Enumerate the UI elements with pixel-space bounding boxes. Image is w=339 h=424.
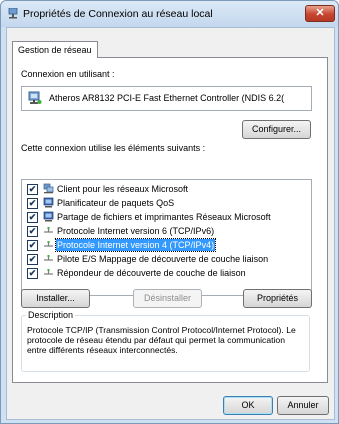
network-icon — [8, 8, 18, 19]
properties-button[interactable]: Propriétés — [243, 289, 312, 308]
item-label: Partage de fichiers et imprimantes Résea… — [57, 212, 271, 222]
network-client-icon — [43, 183, 54, 194]
list-item-file-printer-sharing[interactable]: ✔ Partage de fichiers et imprimantes Rés… — [22, 211, 309, 224]
properties-dialog: Propriétés de Connexion au réseau local … — [0, 0, 339, 424]
configure-button[interactable]: Configurer... — [242, 120, 311, 139]
list-item-client-microsoft[interactable]: ✔ Client pour les réseaux Microsoft — [22, 183, 309, 196]
item-label: Protocole Internet version 6 (TCP/IPv6) — [57, 226, 215, 236]
title-bar[interactable]: Propriétés de Connexion au réseau local … — [1, 1, 338, 27]
components-label: Cette connexion utilise les éléments sui… — [21, 143, 206, 153]
checkbox[interactable]: ✔ — [27, 198, 38, 209]
item-label: Répondeur de découverte de couche de lia… — [57, 268, 246, 278]
description-text: Protocole TCP/IP (Transmission Control P… — [27, 325, 296, 355]
uninstall-button[interactable]: Désinstaller — [133, 289, 202, 308]
item-label: Pilote E/S Mappage de découverte de couc… — [57, 254, 269, 264]
install-button[interactable]: Installer... — [21, 289, 90, 308]
checkbox[interactable]: ✔ — [27, 240, 38, 251]
tab-gestion-de-reseau[interactable]: Gestion de réseau — [12, 41, 98, 58]
window-title: Propriétés de Connexion au réseau local — [23, 8, 213, 20]
item-label: Protocole Internet version 4 (TCP/IPv4) — [54, 238, 217, 252]
description-legend: Description — [26, 310, 76, 320]
protocol-icon — [44, 255, 53, 261]
list-item-lltd-responder[interactable]: ✔ Répondeur de découverte de couche de l… — [22, 267, 309, 280]
item-label: Client pour les réseaux Microsoft — [57, 184, 189, 194]
network-service-icon — [43, 211, 54, 222]
checkbox[interactable]: ✔ — [27, 226, 38, 237]
checkbox[interactable]: ✔ — [27, 184, 38, 195]
dialog-body: Gestion de réseau Connexion en utilisant… — [6, 27, 335, 420]
protocol-icon — [44, 227, 53, 233]
network-service-icon — [43, 197, 54, 208]
connect-using-label: Connexion en utilisant : — [21, 69, 115, 79]
checkbox[interactable]: ✔ — [27, 212, 38, 223]
protocol-icon — [44, 241, 53, 247]
ok-button[interactable]: OK — [223, 396, 273, 415]
list-item-qos-scheduler[interactable]: ✔ Planificateur de paquets QoS — [22, 197, 309, 210]
components-list[interactable]: ✔ Client pour les réseaux Microsoft ✔ Pl… — [21, 179, 312, 296]
item-label: Planificateur de paquets QoS — [57, 198, 175, 208]
list-item-ipv6[interactable]: ✔ Protocole Internet version 6 (TCP/IPv6… — [22, 225, 309, 238]
checkbox[interactable]: ✔ — [27, 254, 38, 265]
network-adapter-icon — [28, 91, 42, 104]
close-button[interactable]: ✕ — [305, 5, 335, 22]
adapter-name: Atheros AR8132 PCI-E Fast Ethernet Contr… — [49, 93, 285, 103]
description-group: Description Protocole TCP/IP (Transmissi… — [21, 310, 310, 372]
list-item-ipv4[interactable]: ✔ Protocole Internet version 4 (TCP/IPv4… — [22, 238, 309, 252]
protocol-icon — [44, 269, 53, 275]
checkbox[interactable]: ✔ — [27, 268, 38, 279]
adapter-field: Atheros AR8132 PCI-E Fast Ethernet Contr… — [21, 86, 312, 111]
list-item-lltd-mapper[interactable]: ✔ Pilote E/S Mappage de découverte de co… — [22, 253, 309, 266]
cancel-button[interactable]: Annuler — [277, 396, 329, 415]
